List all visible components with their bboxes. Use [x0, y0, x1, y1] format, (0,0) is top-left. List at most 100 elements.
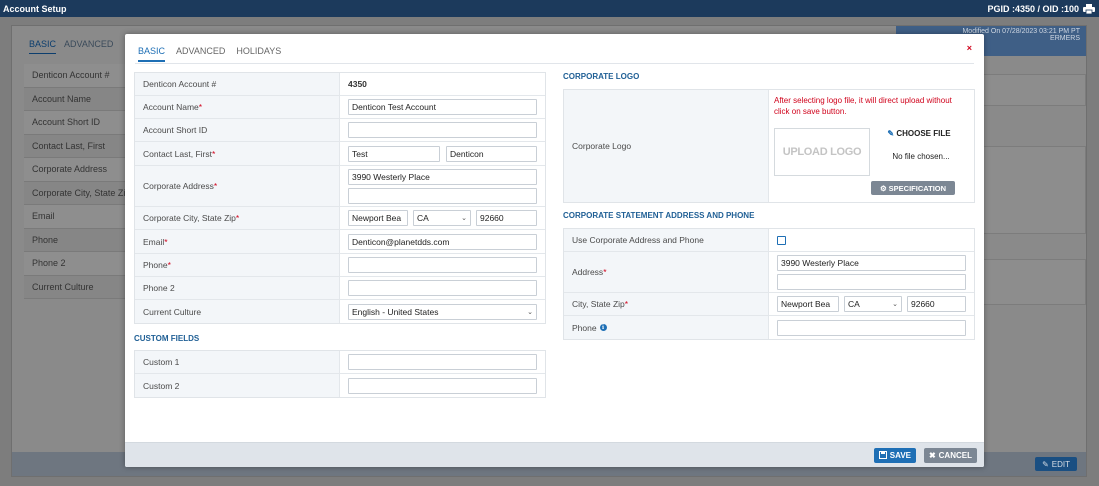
modal-tabs: BASIC ADVANCED HOLIDAYS — [138, 46, 281, 62]
row-culture: Current Culture English - United States … — [135, 300, 545, 323]
phone-input[interactable] — [348, 257, 537, 273]
pgid-oid-label: PGID :4350 / OID :100 — [987, 3, 1079, 14]
bg-right-panel — [981, 74, 1086, 106]
modal-footer: SAVE ✖ CANCEL — [125, 442, 984, 467]
row-contact: Contact Last, First * Test Denticon — [135, 142, 545, 166]
custom2-input[interactable] — [348, 377, 537, 394]
required-marker: * — [235, 213, 240, 223]
specification-button[interactable]: ⚙ SPECIFICATION — [871, 181, 955, 195]
row-statement-city-state-zip: City, State Zip * Newport Bea CA ⌄ 92660 — [564, 293, 974, 316]
city-input[interactable]: Newport Bea — [348, 210, 408, 226]
statement-address-line1-input[interactable]: 3990 Westerly Place — [777, 254, 966, 271]
specification-label: SPECIFICATION — [888, 183, 947, 193]
custom1-input[interactable] — [348, 354, 537, 370]
bg-tab-basic[interactable]: BASIC — [29, 39, 57, 54]
corporate-logo-title: CORPORATE LOGO — [563, 72, 640, 81]
statement-state-value: CA — [848, 299, 860, 309]
city-state-zip-label: Corporate City, State Zip — [143, 213, 236, 223]
row-custom1: Custom 1 — [135, 351, 545, 374]
choose-file-button[interactable]: ✎ CHOOSE FILE — [879, 130, 959, 138]
phone-label: Phone — [143, 260, 168, 270]
row-custom2: Custom 2 — [135, 374, 545, 397]
app-title: Account Setup — [3, 3, 67, 14]
basic-fields-table: Denticon Account # 4350 Account Name * De… — [134, 72, 546, 324]
required-marker: * — [164, 236, 168, 247]
email-input[interactable]: Denticon@planetdds.com — [348, 233, 537, 250]
required-marker: * — [603, 267, 607, 277]
gears-icon: ⚙ — [879, 183, 887, 193]
custom2-label: Custom 2 — [135, 374, 340, 397]
statement-zip-input[interactable]: 92660 — [907, 296, 966, 312]
row-phone: Phone * — [135, 254, 545, 277]
account-name-input[interactable]: Denticon Test Account — [348, 99, 537, 115]
choose-file-label: CHOOSE FILE — [896, 129, 951, 138]
row-short-id: Account Short ID — [135, 119, 545, 142]
contact-first-input[interactable]: Denticon — [446, 145, 537, 162]
custom1-label: Custom 1 — [135, 351, 340, 373]
row-address: Corporate Address * 3990 Westerly Place — [135, 166, 545, 207]
account-name-label: Account Name — [143, 102, 199, 112]
pencil-icon: ✎ — [1042, 459, 1049, 469]
statement-table: Use Corporate Address and Phone Address *… — [563, 228, 975, 340]
logo-preview[interactable]: UPLOAD LOGO — [774, 128, 870, 176]
account-setup-modal: × BASIC ADVANCED HOLIDAYS Denticon Accou… — [125, 34, 984, 467]
corporate-logo-table: Corporate Logo After selecting logo file… — [563, 89, 975, 203]
close-icon[interactable]: × — [967, 43, 972, 53]
culture-select[interactable]: English - United States ⌄ — [348, 303, 537, 320]
print-icon[interactable] — [1083, 3, 1095, 14]
statement-address-label: Address — [572, 267, 604, 277]
address-label: Corporate Address — [143, 181, 214, 191]
pencil-icon: ✎ — [887, 129, 895, 138]
address-line1-input[interactable]: 3990 Westerly Place — [348, 168, 537, 185]
cancel-label: CANCEL — [938, 451, 972, 460]
row-statement-address: Address * 3990 Westerly Place — [564, 252, 974, 293]
save-label: SAVE — [889, 451, 911, 460]
cancel-button[interactable]: ✖ CANCEL — [923, 448, 977, 463]
row-account-number: Denticon Account # 4350 — [135, 73, 545, 96]
zip-input[interactable]: 92660 — [476, 210, 537, 226]
tab-advanced[interactable]: ADVANCED — [176, 46, 225, 62]
culture-label: Current Culture — [135, 300, 340, 323]
edit-label: EDIT — [1051, 459, 1070, 469]
short-id-label: Account Short ID — [135, 119, 340, 141]
logo-upload-notice: After selecting logo file, it will direc… — [774, 96, 952, 116]
background-tabs: BASIC ADVANCED — [29, 39, 113, 54]
row-corporate-logo: Corporate Logo After selecting logo file… — [564, 90, 974, 202]
address-line2-input[interactable] — [348, 187, 537, 204]
save-button[interactable]: SAVE — [873, 448, 916, 463]
statement-state-select[interactable]: CA ⌄ — [844, 296, 902, 312]
chevron-down-icon: ⌄ — [461, 215, 467, 222]
info-icon[interactable]: i — [599, 324, 607, 331]
statement-phone-input[interactable] — [777, 319, 966, 336]
chevron-down-icon: ⌄ — [892, 301, 898, 308]
row-email: Email * Denticon@planetdds.com — [135, 230, 545, 254]
row-account-name: Account Name * Denticon Test Account — [135, 96, 545, 119]
edit-button[interactable]: ✎ EDIT — [1035, 457, 1077, 471]
row-city-state-zip: Corporate City, State Zip * Newport Bea C… — [135, 207, 545, 230]
statement-address-line2-input[interactable] — [777, 273, 966, 290]
culture-value: English - United States — [352, 306, 439, 317]
bg-tab-advanced[interactable]: ADVANCED — [64, 39, 113, 54]
state-select[interactable]: CA ⌄ — [413, 210, 471, 226]
row-use-corporate: Use Corporate Address and Phone — [564, 229, 974, 252]
state-value: CA — [417, 213, 429, 223]
phone2-input[interactable] — [348, 280, 537, 296]
bg-right-panel — [981, 259, 1086, 305]
no-file-text: No file chosen... — [892, 152, 950, 161]
required-marker: * — [198, 102, 203, 112]
use-corporate-checkbox[interactable] — [777, 235, 786, 245]
save-icon — [878, 450, 887, 461]
short-id-input[interactable] — [348, 122, 537, 138]
custom-fields-title: CUSTOM FIELDS — [134, 334, 200, 343]
tab-holidays[interactable]: HOLIDAYS — [236, 46, 281, 62]
tab-basic[interactable]: BASIC — [138, 46, 166, 62]
custom-fields-table: Custom 1 Custom 2 — [134, 350, 546, 398]
use-corporate-label: Use Corporate Address and Phone — [564, 229, 769, 251]
email-label: Email — [143, 236, 165, 247]
contact-last-input[interactable]: Test — [348, 145, 440, 162]
close-icon: ✖ — [928, 451, 936, 460]
statement-city-state-zip-label: City, State Zip — [572, 299, 625, 309]
account-number-value: 4350 — [348, 79, 367, 89]
tab-divider — [135, 63, 974, 64]
statement-city-input[interactable]: Newport Bea — [777, 296, 839, 312]
